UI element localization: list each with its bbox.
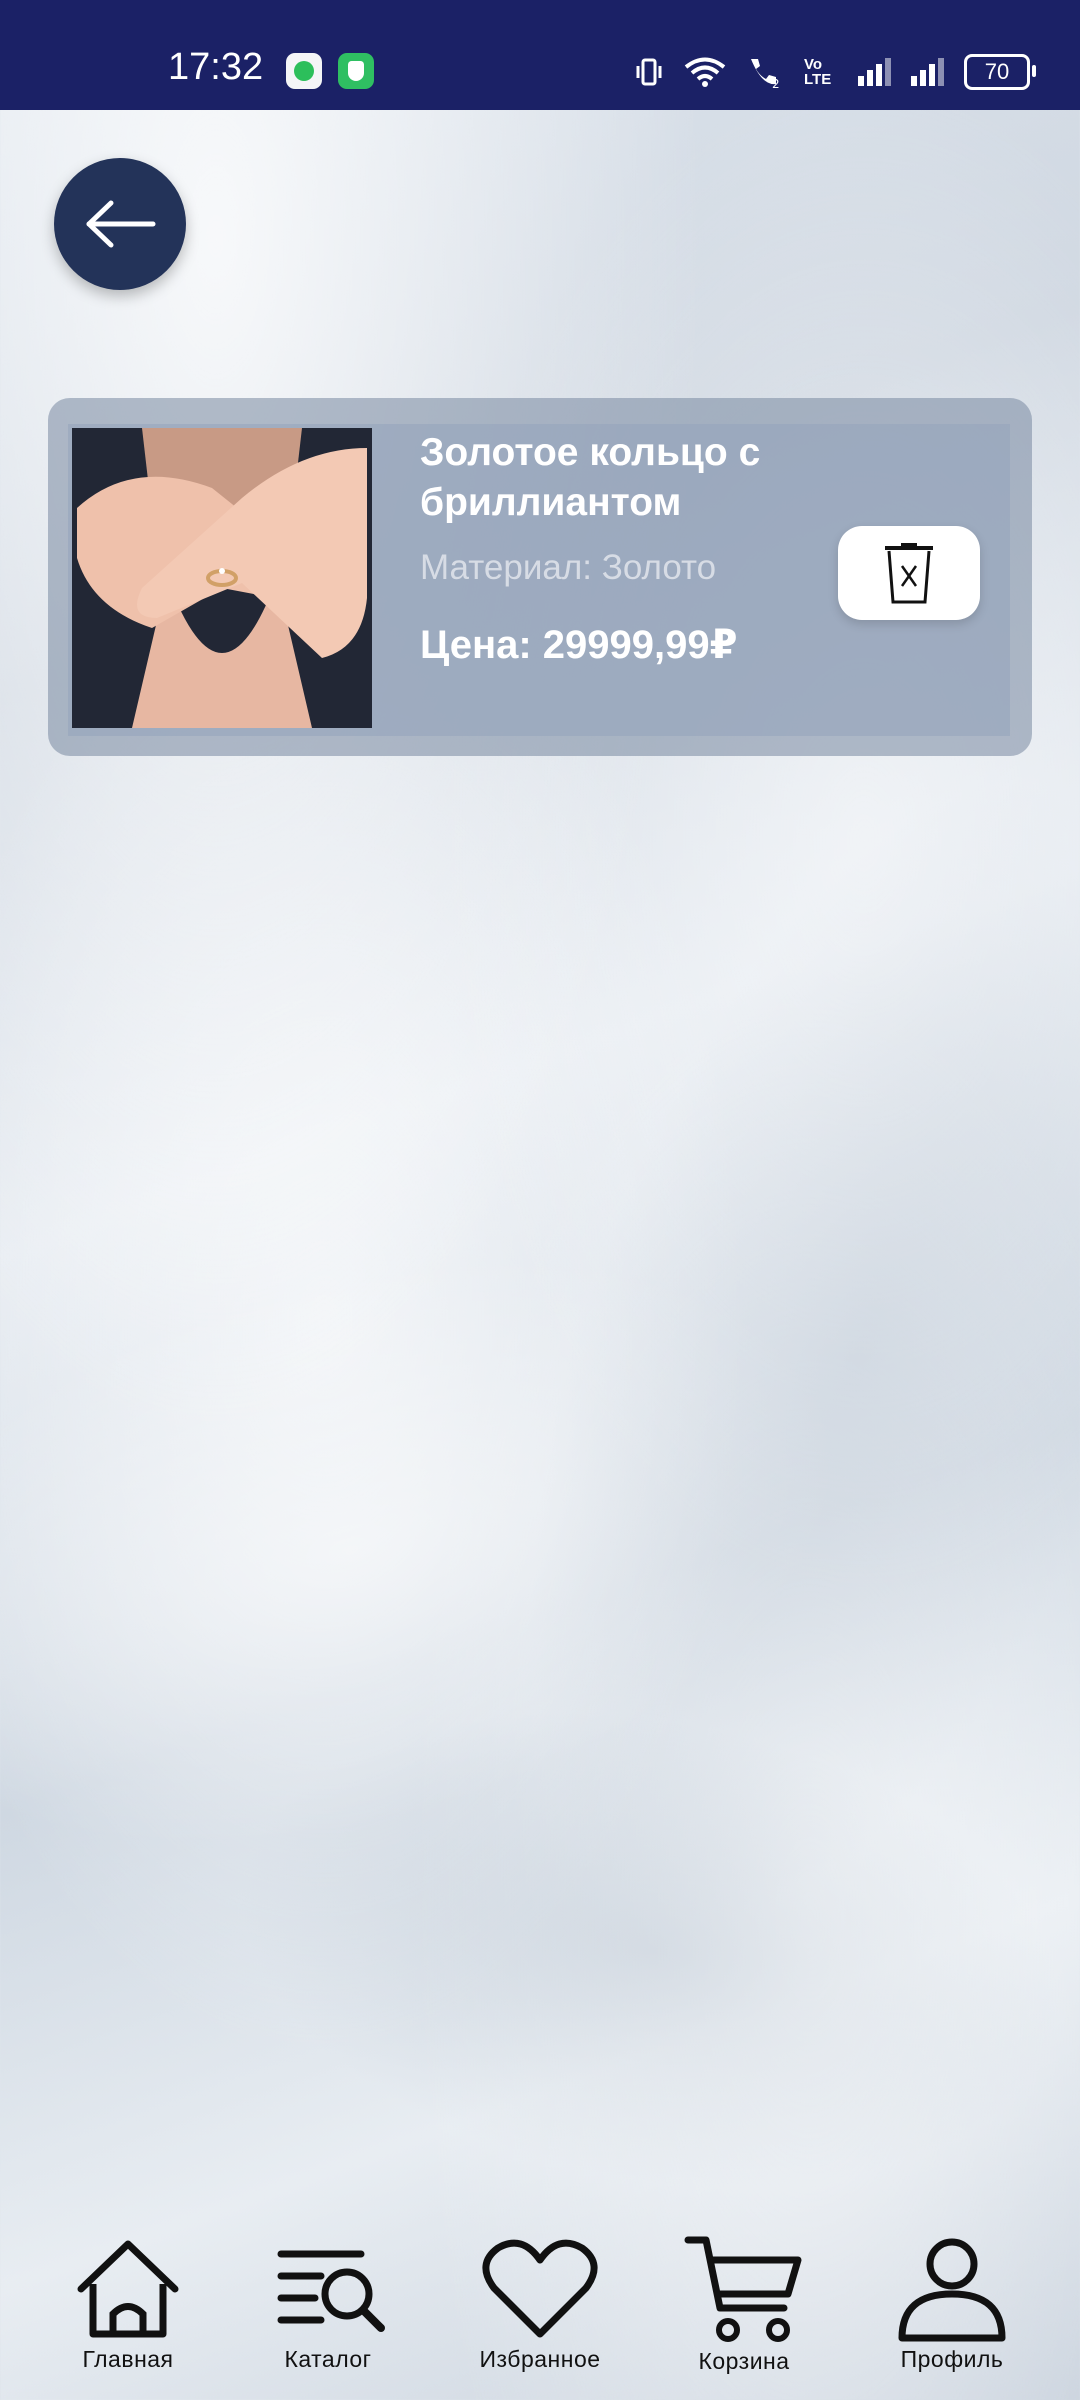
nav-cart-label: Корзина <box>698 2348 790 2374</box>
arrow-left-icon <box>86 200 156 248</box>
nav-catalog[interactable]: Каталог <box>228 2220 428 2400</box>
vibrate-icon <box>636 58 662 86</box>
product-material: Материал: Золото <box>420 548 717 587</box>
trash-icon <box>885 543 933 604</box>
nav-favorites-label: Избранное <box>479 2346 601 2372</box>
battery-icon: 70 <box>964 54 1036 90</box>
nav-home-label: Главная <box>82 2346 174 2372</box>
nav-profile[interactable]: Профиль <box>852 2220 1052 2400</box>
bottom-navigation: Главная Каталог Избранное Корзина Профил… <box>0 2220 1080 2400</box>
hands-ring-photo <box>72 428 372 728</box>
catalog-search-icon <box>277 2250 385 2332</box>
back-button[interactable] <box>54 158 186 290</box>
cart-icon <box>684 2236 802 2342</box>
nav-favorites[interactable]: Избранное <box>440 2220 640 2400</box>
signal-2-icon <box>911 58 944 86</box>
status-time: 17:32 <box>168 46 264 88</box>
product-price: Цена: 29999,99₽ <box>420 623 738 667</box>
profile-icon <box>898 2238 1006 2342</box>
svg-text:2: 2 <box>772 77 780 89</box>
signal-1-icon <box>858 58 891 86</box>
wifi-icon <box>684 57 726 87</box>
nav-profile-label: Профиль <box>900 2346 1004 2372</box>
volte-label: Vo LTE <box>804 56 832 88</box>
home-icon <box>77 2240 179 2338</box>
battery-level: 70 <box>984 59 1010 84</box>
shield-app-icon <box>338 53 374 89</box>
nav-catalog-label: Каталог <box>284 2346 372 2372</box>
nav-home[interactable]: Главная <box>28 2220 228 2400</box>
status-bar: 17:32 2 Vo LTE 70 <box>0 0 1080 110</box>
call-icon: 2 <box>751 59 780 89</box>
product-image[interactable] <box>72 428 372 728</box>
nav-cart[interactable]: Корзина <box>644 2220 844 2400</box>
messaging-app-icon <box>286 53 322 89</box>
product-name: Золотое кольцо с бриллиантом <box>420 431 761 524</box>
delete-button[interactable] <box>838 526 980 620</box>
heart-icon <box>482 2239 598 2338</box>
